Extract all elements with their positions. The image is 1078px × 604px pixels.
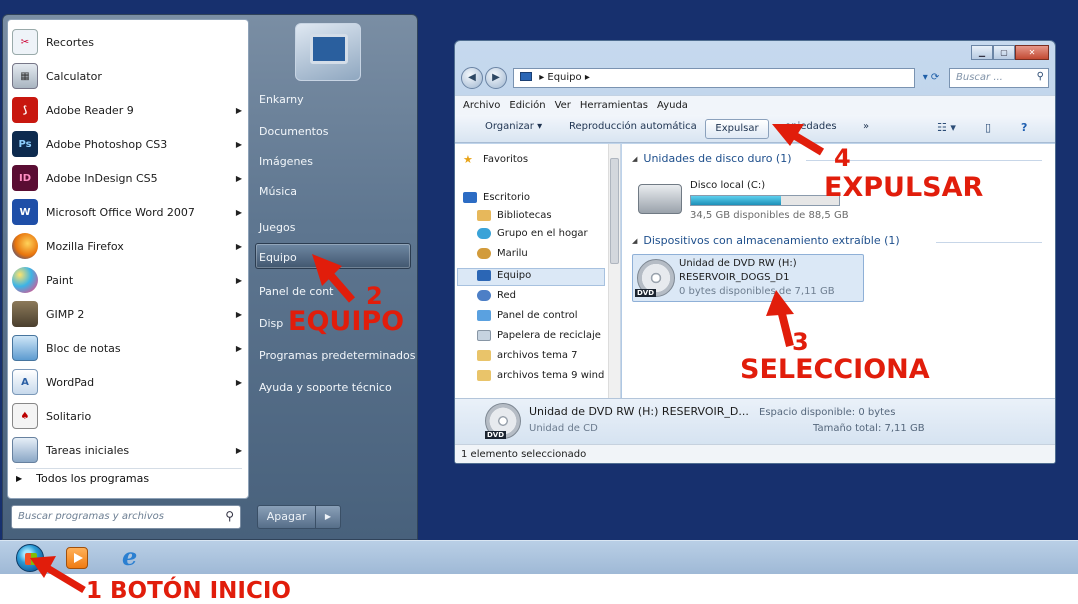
annotation-step-4-label: EXPULSAR [824,172,984,203]
annotation-step-2-label: EQUIPO [288,306,405,337]
annotation-step-1: 1 BOTÓN INICIO [86,578,291,604]
arrow-step-2 [312,254,356,303]
annotation-step-3-number: 3 [792,328,809,356]
arrow-step-1 [30,556,86,594]
annotation-arrows [30,124,825,594]
annotation-step-4-number: 4 [834,144,851,172]
arrow-step-3 [766,290,794,347]
arrow-step-4 [772,124,825,156]
annotation-step-3-label: SELECCIONA [740,354,930,385]
screenshot-stage: ✂ Recortes ▦ Calculator ⟆ Adobe Reader 9… [0,0,1078,604]
